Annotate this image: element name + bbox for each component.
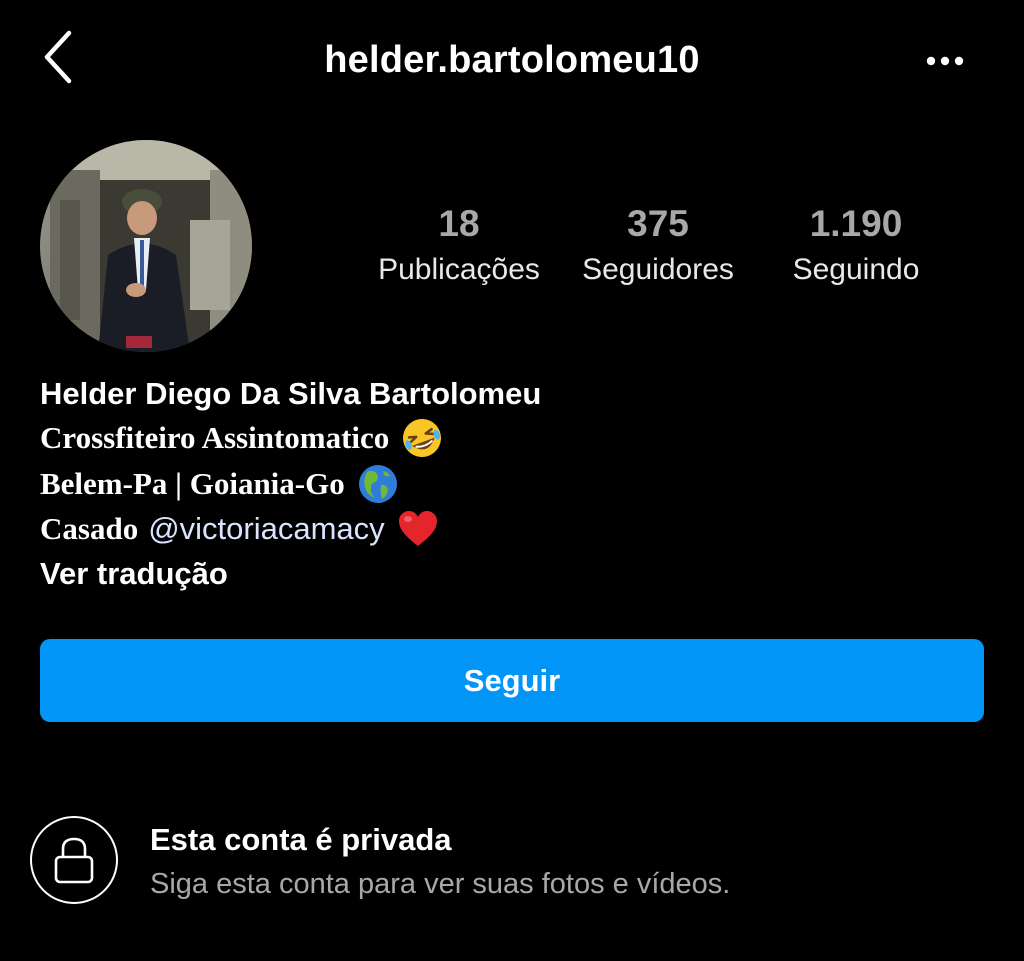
lock-icon bbox=[54, 837, 94, 884]
bio-line-2: Belem-Pa | Goiania-Go bbox=[40, 462, 399, 506]
globe-americas-emoji bbox=[357, 463, 399, 505]
profile-photo bbox=[40, 140, 252, 352]
back-button[interactable] bbox=[28, 22, 88, 92]
see-translation-link[interactable]: Ver tradução bbox=[40, 552, 228, 596]
stat-value: 375 bbox=[627, 203, 689, 244]
follow-button[interactable]: Seguir bbox=[40, 639, 984, 722]
stat-seguidores[interactable]: 375 Seguidores bbox=[568, 198, 748, 298]
bio-text: Belem-Pa | Goiania-Go bbox=[40, 466, 345, 501]
chevron-left-icon bbox=[44, 30, 72, 84]
stat-label: Seguidores bbox=[582, 253, 734, 286]
bio-line-1: Crossfiteiro Assintomatico bbox=[40, 416, 443, 460]
page-title: helder.bartolomeu10 bbox=[324, 39, 700, 81]
stat-value: 18 bbox=[438, 203, 480, 244]
bio-text: Casado bbox=[40, 511, 139, 546]
stat-seguindo[interactable]: 1.190 Seguindo bbox=[766, 198, 946, 298]
stat-label: Seguindo bbox=[792, 253, 920, 286]
more-horizontal-icon bbox=[926, 56, 964, 66]
profile-full-name: Helder Diego Da Silva Bartolomeu bbox=[40, 376, 542, 411]
private-account-badge bbox=[30, 816, 118, 904]
stat-value: 1.190 bbox=[809, 203, 903, 244]
more-options-button[interactable] bbox=[910, 36, 980, 86]
private-account-title: Esta conta é privada bbox=[150, 822, 452, 857]
rolling-on-floor-laughing-emoji bbox=[401, 417, 443, 459]
private-account-subtitle: Siga esta conta para ver suas fotos e ví… bbox=[150, 868, 731, 900]
mention-link[interactable]: @victoriacamacy bbox=[148, 507, 384, 551]
stat-publicacoes[interactable]: 18 Publicações bbox=[369, 198, 549, 298]
bio-text: Crossfiteiro Assintomatico bbox=[40, 420, 390, 455]
stat-label: Publicações bbox=[378, 253, 540, 286]
avatar[interactable] bbox=[40, 140, 252, 352]
red-heart-emoji bbox=[397, 509, 439, 549]
bio-line-3: Casado @victoriacamacy bbox=[40, 507, 439, 551]
